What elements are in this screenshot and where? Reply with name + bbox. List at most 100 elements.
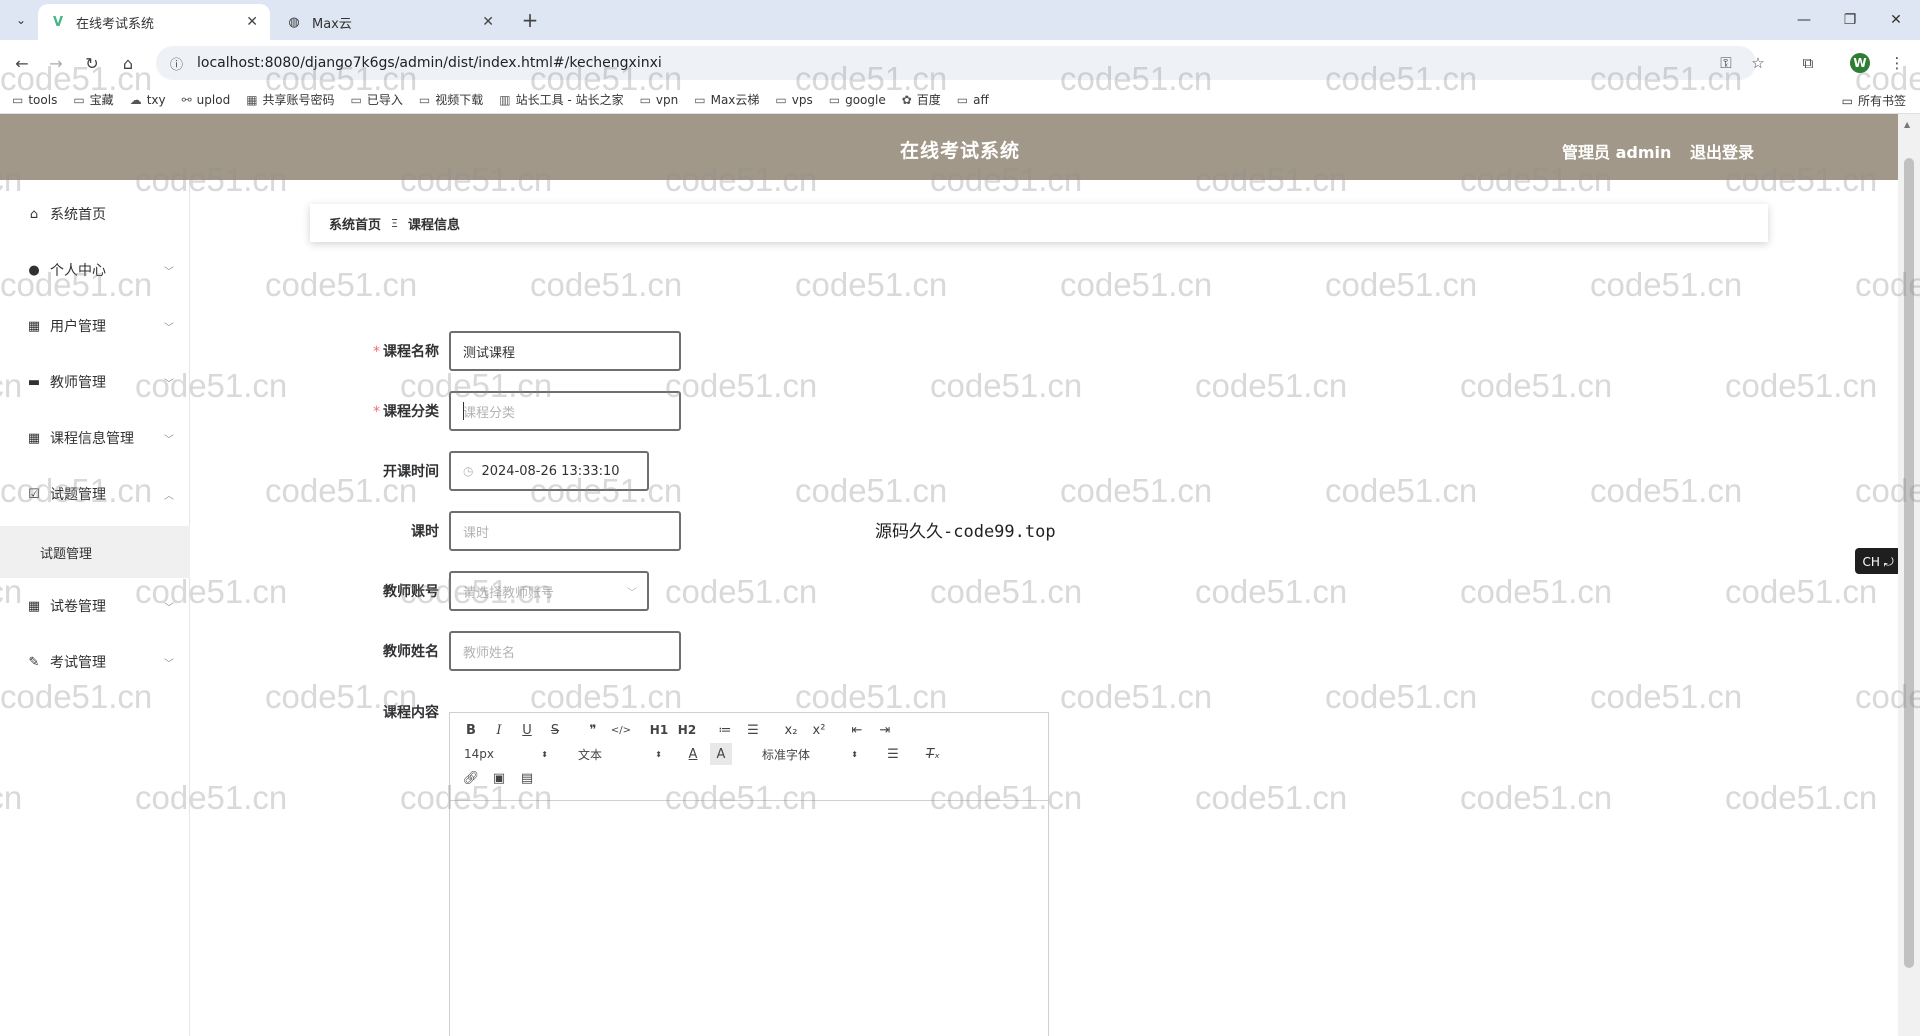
browser-tab[interactable]: ◍ Max云 ✕ xyxy=(274,4,506,40)
course-category-input[interactable]: 课程分类 xyxy=(449,391,681,431)
logout-link[interactable]: 退出登录 xyxy=(1690,139,1754,163)
sidebar-item-personal[interactable]: ● 个人中心 ﹀ xyxy=(0,242,190,298)
indent-button[interactable]: ⇥ xyxy=(874,719,896,741)
bookmark-item[interactable]: ▥ 站长工具 - 站长之家 xyxy=(499,91,623,108)
tab-search-icon[interactable]: ⌄ xyxy=(10,9,32,31)
home-icon: ⌂ xyxy=(29,206,39,222)
star-icon[interactable]: ☆ xyxy=(1746,51,1770,75)
folder-icon: ▭ xyxy=(775,92,787,107)
sidebar-item-label: 个人中心 xyxy=(50,263,106,279)
teacher-account-select[interactable]: 请选择教师账号 ﹀ xyxy=(449,571,649,611)
minimize-icon[interactable]: — xyxy=(1781,0,1827,40)
bookmark-item[interactable]: ▭ vpn xyxy=(640,93,679,107)
bold-button[interactable]: B xyxy=(460,719,482,741)
close-icon[interactable]: ✕ xyxy=(246,14,258,30)
menu-dots-icon[interactable]: ⋮ xyxy=(1885,51,1909,75)
sidebar-subitem-questions[interactable]: 试题管理 xyxy=(0,526,190,578)
sidebar-item-home[interactable]: ⌂ 系统首页 xyxy=(0,186,190,242)
video-icon[interactable]: ▤ xyxy=(516,767,538,789)
sidebar-item-label: 试卷管理 xyxy=(50,599,106,615)
clear-format-icon[interactable]: T̶ₓ xyxy=(922,743,944,765)
breadcrumb-home[interactable]: 系统首页 xyxy=(329,214,381,233)
bookmark-label: google xyxy=(845,92,886,107)
site-info-icon[interactable]: ⓘ xyxy=(170,54,183,73)
outdent-button[interactable]: ⇤ xyxy=(846,719,868,741)
sidebar-item-questions[interactable]: ☑ 试题管理 ︿ xyxy=(0,466,190,522)
reload-icon[interactable]: ↻ xyxy=(80,51,104,75)
restore-icon[interactable]: ❐ xyxy=(1827,0,1873,40)
font-size-select[interactable]: 14px ⬍ xyxy=(464,743,548,765)
tab-title: Max云 xyxy=(312,16,352,32)
browser-tab-active[interactable]: V 在线考试系统 ✕ xyxy=(38,4,270,40)
bookmark-item[interactable]: ▭ Max云梯 xyxy=(694,91,759,108)
header2-button[interactable]: H2 xyxy=(676,719,698,741)
superscript-button[interactable]: x² xyxy=(808,719,830,741)
bookmark-label: vpn xyxy=(655,92,679,107)
close-icon[interactable]: ✕ xyxy=(482,14,494,30)
bookmark-item[interactable]: ▭ google xyxy=(829,93,886,107)
bookmark-item[interactable]: ▭ 已导入 xyxy=(351,91,403,108)
bookmark-item[interactable]: ▭ tools xyxy=(12,93,57,107)
content-label: 课程内容 xyxy=(383,705,439,721)
bookmark-item[interactable]: ▭ 宝藏 xyxy=(73,91,113,108)
hours-input[interactable]: 课时 xyxy=(449,511,681,551)
scrollbar-thumb[interactable] xyxy=(1904,158,1914,968)
font-color-icon[interactable]: A xyxy=(682,743,704,765)
address-bar[interactable]: ⓘ localhost:8080/django7k6gs/admin/dist/… xyxy=(156,46,1756,80)
back-icon[interactable]: ← xyxy=(10,51,34,75)
italic-button[interactable]: I xyxy=(488,719,510,741)
link-icon: ⚯ xyxy=(181,92,192,107)
image-icon[interactable]: ▣ xyxy=(488,767,510,789)
folder-icon: ▭ xyxy=(956,92,969,107)
course-name-input[interactable]: 测试课程 xyxy=(449,331,681,371)
align-icon[interactable]: ☰ xyxy=(882,743,904,765)
all-bookmarks[interactable]: ▭ 所有书签 xyxy=(1842,92,1906,109)
bookmark-item[interactable]: ▭ 视频下载 xyxy=(419,91,483,108)
folder-icon: ▭ xyxy=(418,92,431,107)
user-icon: ● xyxy=(28,262,40,278)
bookmark-item[interactable]: ▭ aff xyxy=(957,93,989,107)
chevron-down-icon: ﹀ xyxy=(164,658,174,670)
sidebar-item-teachers[interactable]: ▬ 教师管理 ﹀ xyxy=(0,354,190,410)
monitor-icon: ▬ xyxy=(27,374,41,390)
bookmark-item[interactable]: ▦ 共享账号密码 xyxy=(246,91,334,108)
sidebar-item-users[interactable]: ▦ 用户管理 ﹀ xyxy=(0,298,190,354)
bookmark-item[interactable]: ▭ vps xyxy=(775,93,812,107)
sidebar-item-papers[interactable]: ▦ 试卷管理 ﹀ xyxy=(0,578,190,634)
bookmark-item[interactable]: ⚯ uplod xyxy=(182,93,231,107)
bookmarks-bar: ▭ tools ▭ 宝藏 ☁ txy ⚯ uplod ▦ 共享账号密码 ▭ 已导入 ▭ 视频下载 ▥ 站长工具… xyxy=(0,86,1920,114)
globe-icon: ◍ xyxy=(288,14,300,30)
code-block-button[interactable]: </> xyxy=(610,719,632,741)
bookmark-item[interactable]: ☁ txy xyxy=(130,93,166,107)
chevron-down-icon: ﹀ xyxy=(164,434,174,446)
bullet-list-button[interactable]: ☰ xyxy=(742,719,764,741)
font-family-select[interactable]: 标准字体 ⬍ xyxy=(762,743,858,765)
key-icon[interactable]: ⚿ xyxy=(1714,51,1738,75)
close-window-icon[interactable]: ✕ xyxy=(1873,0,1919,40)
underline-button[interactable]: U xyxy=(516,719,538,741)
header1-button[interactable]: H1 xyxy=(648,719,670,741)
profile-avatar[interactable]: W xyxy=(1850,53,1870,73)
editor-content-area[interactable] xyxy=(450,801,1048,1036)
new-tab-button[interactable]: + xyxy=(518,8,542,32)
header-select[interactable]: 文本 ⬍ xyxy=(578,743,662,765)
ordered-list-button[interactable]: ≔ xyxy=(714,719,736,741)
strike-button[interactable]: S xyxy=(544,719,566,741)
start-time-picker[interactable]: ◷ 2024-08-26 13:33:10 xyxy=(449,451,649,491)
home-icon[interactable]: ⌂ xyxy=(116,51,140,75)
forward-icon[interactable]: → xyxy=(44,51,68,75)
sidebar-item-label: 考试管理 xyxy=(50,655,106,671)
sidebar-item-exams[interactable]: ✎ 考试管理 ﹀ xyxy=(0,634,190,690)
scroll-up-icon[interactable]: ▲ xyxy=(1904,120,1910,129)
subscript-button[interactable]: x₂ xyxy=(780,719,802,741)
teacher-name-input[interactable]: 教师姓名 xyxy=(449,631,681,671)
sidebar-item-courses[interactable]: ▦ 课程信息管理 ﹀ xyxy=(0,410,190,466)
extensions-icon[interactable]: ⧉ xyxy=(1796,51,1820,75)
link-icon[interactable]: 🔗︎ xyxy=(460,767,482,789)
background-color-icon[interactable]: A xyxy=(710,743,732,765)
blockquote-button[interactable]: ❞ xyxy=(582,719,604,741)
cloud-icon: ☁ xyxy=(129,92,142,107)
bookmark-item[interactable]: ✿ 百度 xyxy=(902,91,941,108)
page-scrollbar[interactable]: ▲ xyxy=(1898,114,1920,1036)
breadcrumb-current: 课程信息 xyxy=(407,217,460,233)
